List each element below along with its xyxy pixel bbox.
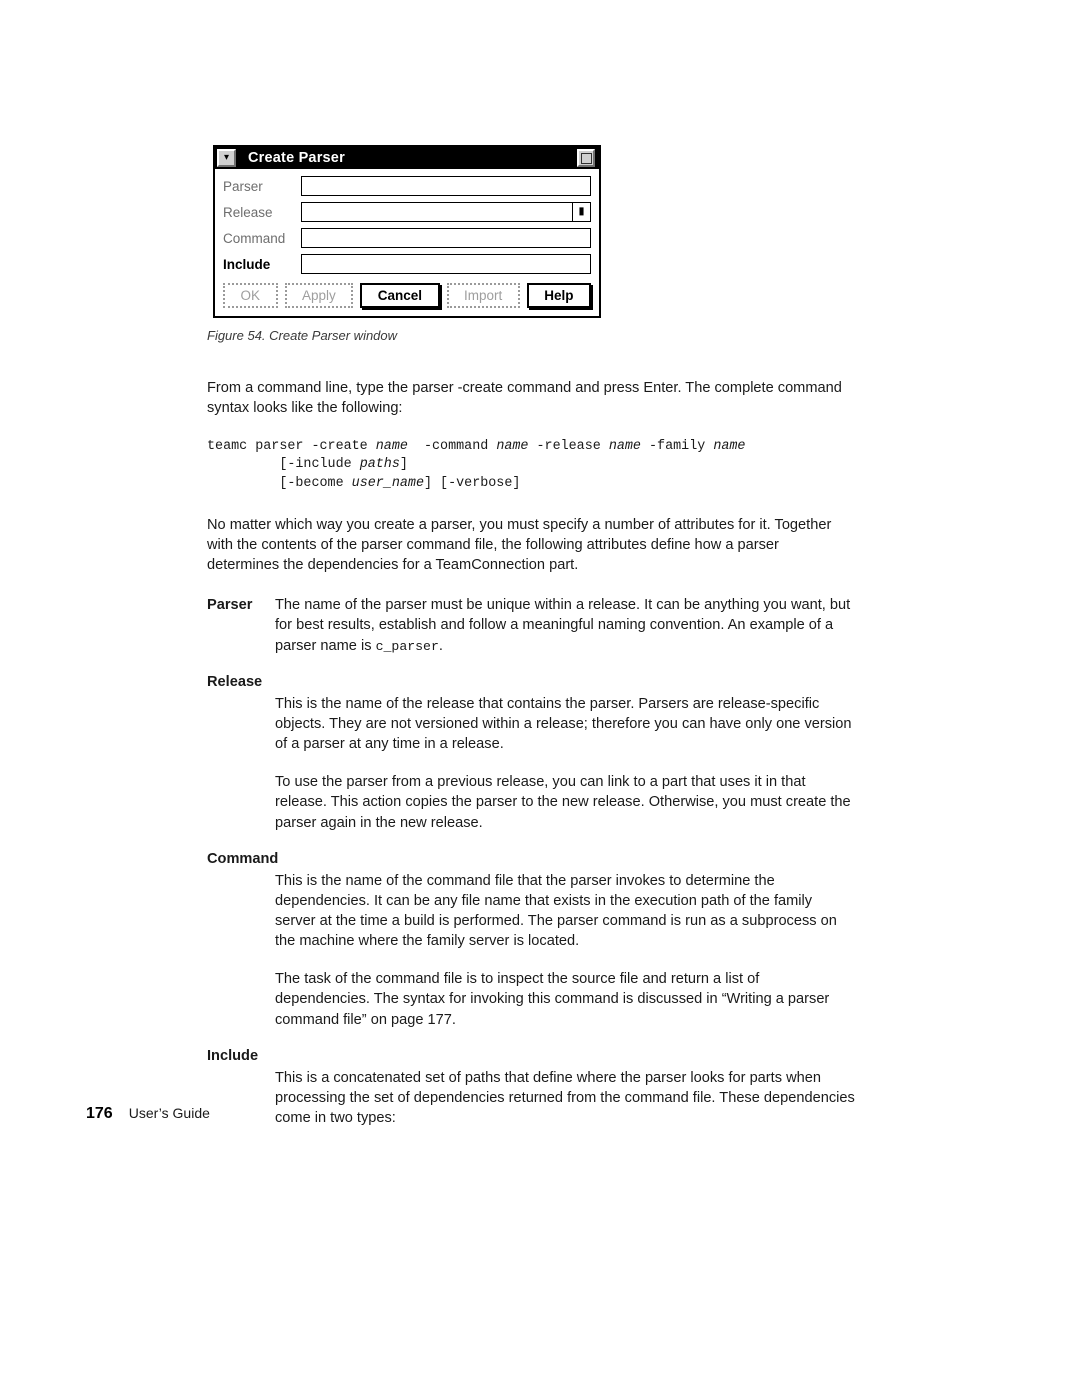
code-line1-part-d: -family	[640, 439, 714, 455]
code-line2-paths: paths	[359, 457, 400, 473]
figure-create-parser: ▾ Create Parser Parser Release ▮ Command…	[207, 145, 601, 343]
term-command-definition-1: This is the name of the command file tha…	[275, 872, 837, 950]
figure-caption: Figure 54. Create Parser window	[207, 328, 398, 343]
cancel-button-label: Cancel	[377, 288, 423, 303]
field-row-command: Command	[223, 228, 591, 248]
term-parser: Parser The name of the parser must be un…	[207, 595, 855, 655]
dialog-body: Parser Release ▮ Command Include OK Appl…	[215, 169, 599, 316]
code-line3-part-a: [-become	[207, 475, 352, 491]
dialog-title: Create Parser	[248, 150, 345, 166]
maximize-icon[interactable]	[577, 149, 595, 167]
import-button[interactable]: Import	[446, 283, 520, 308]
page-footer: 176 User’s Guide	[86, 1105, 210, 1123]
term-command-definition-2: The task of the command file is to inspe…	[275, 971, 830, 1028]
page-content: From a command line, type the parser -cr…	[207, 378, 855, 1144]
include-field-label: Include	[223, 256, 271, 272]
apply-button-label: Apply	[301, 288, 336, 303]
term-parser-label: Parser	[207, 597, 253, 614]
term-command-label: Command	[207, 850, 279, 867]
term-include-definition-1: This is a concatenated set of paths that…	[275, 1069, 855, 1126]
parser-input-value	[302, 177, 590, 195]
parser-field-label: Parser	[223, 178, 263, 194]
command-input[interactable]	[301, 228, 591, 248]
chevron-down-icon[interactable]: ▮	[572, 203, 590, 221]
ok-button[interactable]: OK	[223, 283, 278, 308]
code-line2-part-a: [-include	[207, 457, 360, 473]
term-include-label: Include	[207, 1047, 259, 1064]
field-row-parser: Parser	[223, 176, 591, 196]
code-line1-name4: name	[713, 439, 746, 455]
command-field-label: Command	[223, 230, 286, 246]
code-line2-part-b: ]	[399, 457, 408, 473]
dialog-titlebar: ▾ Create Parser	[215, 147, 599, 169]
code-line1-name1: name	[375, 439, 408, 455]
help-button-label: Help	[544, 288, 574, 303]
release-field-label: Release	[223, 204, 273, 220]
term-parser-def-a: The name of the parser must be unique wi…	[275, 597, 851, 654]
term-include: Include This is a concatenated set of pa…	[207, 1046, 855, 1129]
dialog-button-row: OK Apply Cancel Import Help	[223, 283, 592, 308]
apply-button[interactable]: Apply	[284, 283, 354, 308]
code-line1-part-b: -command	[407, 439, 497, 455]
term-release: Release This is the name of the release …	[207, 672, 855, 833]
command-input-value	[302, 229, 590, 247]
code-line1-name2: name	[496, 439, 529, 455]
import-button-label: Import	[464, 288, 503, 303]
release-input-value	[302, 203, 572, 221]
term-parser-def-b: .	[438, 637, 443, 654]
include-input[interactable]	[301, 254, 591, 274]
field-row-release: Release ▮	[223, 202, 591, 222]
intro-paragraph: From a command line, type the parser -cr…	[207, 380, 842, 417]
code-line3-part-b: ] [-verbose]	[423, 475, 521, 491]
parser-input[interactable]	[301, 176, 591, 196]
window-menu-icon[interactable]: ▾	[217, 149, 236, 167]
code-line3-username: user_name	[351, 475, 424, 491]
term-release-definition-1: This is the name of the release that con…	[275, 695, 852, 753]
attributes-paragraph: No matter which way you create a parser,…	[207, 516, 832, 574]
document-page: ▾ Create Parser Parser Release ▮ Command…	[0, 0, 1080, 1397]
code-line1-name3: name	[608, 439, 641, 455]
ok-button-label: OK	[240, 288, 260, 303]
code-line1-part-a: teamc parser -create	[207, 439, 376, 455]
page-number: 176	[86, 1105, 113, 1122]
term-parser-def-code: c_parser	[375, 638, 439, 654]
term-release-label: Release	[207, 673, 263, 690]
release-input[interactable]: ▮	[301, 202, 591, 222]
term-parser-definition: The name of the parser must be unique wi…	[275, 595, 855, 655]
cancel-button[interactable]: Cancel	[360, 283, 440, 308]
field-row-include: Include	[223, 254, 591, 274]
term-command: Command This is the name of the command …	[207, 849, 855, 1030]
include-input-value	[302, 255, 590, 273]
term-release-definition-2: To use the parser from a previous releas…	[275, 774, 851, 831]
command-syntax-block: teamc parser -create name -command name …	[207, 438, 855, 493]
help-button[interactable]: Help	[526, 283, 592, 308]
code-line1-part-c: -release	[528, 439, 609, 455]
create-parser-dialog: ▾ Create Parser Parser Release ▮ Command…	[213, 145, 601, 318]
document-title: User’s Guide	[128, 1105, 210, 1121]
